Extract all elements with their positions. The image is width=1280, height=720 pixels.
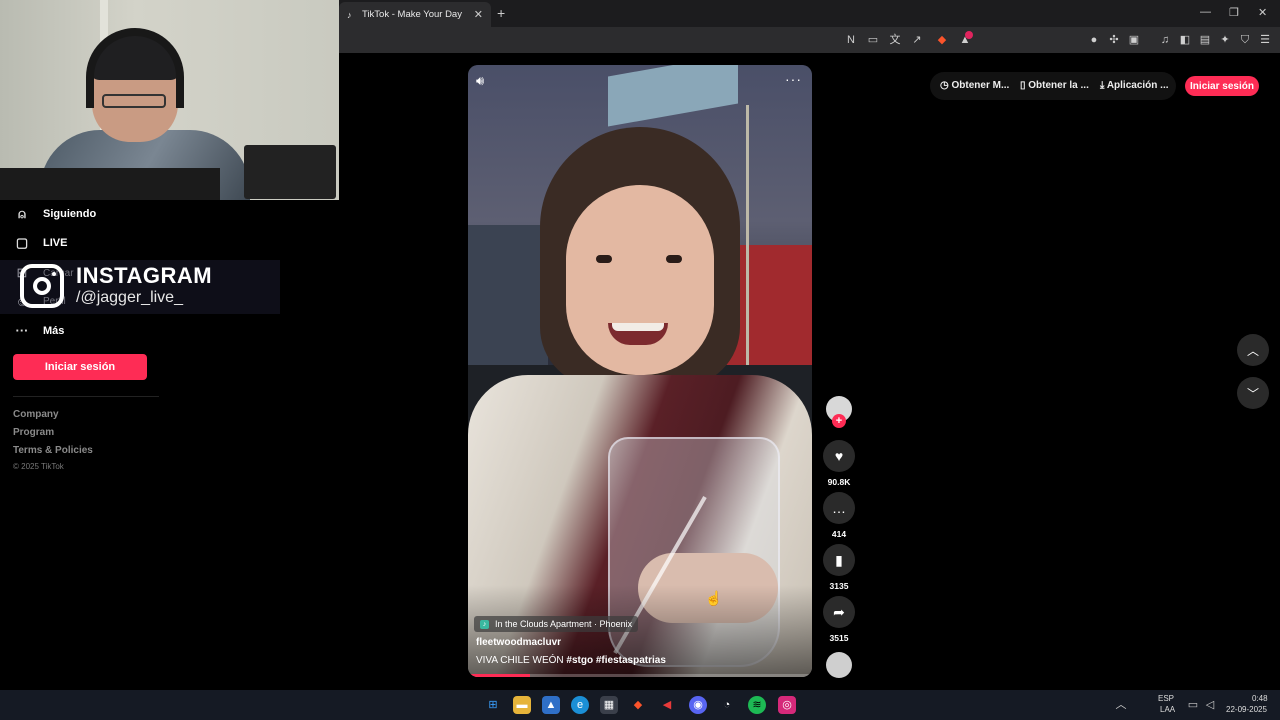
- footer-link-program[interactable]: Program: [13, 427, 54, 438]
- tiktok-icon: ♪: [347, 9, 352, 20]
- footer-link-company[interactable]: Company: [13, 409, 59, 420]
- chevron-down-icon: ﹀: [1246, 386, 1259, 401]
- footer-link-terms[interactable]: Terms & Policies: [13, 445, 93, 456]
- new-tab-button[interactable]: +: [497, 5, 505, 21]
- keyboard-layout[interactable]: LAA: [1160, 705, 1175, 714]
- notification-badge: [965, 31, 973, 39]
- volume-icon[interactable]: 🔊︎: [476, 73, 484, 89]
- progress-fill: [468, 674, 530, 677]
- sidebar: ⍝ Siguiendo ▢ LIVE ⊞ Cargar ☺ Perfil INS…: [0, 200, 339, 690]
- instagram-title: INSTAGRAM: [76, 263, 213, 288]
- video-caption: VIVA CHILE WEÓN #stgo #fiestaspatrias: [476, 655, 666, 666]
- network-icon[interactable]: ▭: [1184, 696, 1202, 714]
- mouse-cursor: ☝: [705, 590, 723, 606]
- save-count: 3135: [829, 581, 849, 591]
- translate-icon[interactable]: 文: [887, 32, 903, 48]
- like-count: 90.8K: [827, 477, 851, 487]
- vpn-icon[interactable]: ⛉: [1237, 32, 1253, 48]
- volume-tray-icon[interactable]: ◁: [1201, 696, 1219, 714]
- tab-title: TikTok - Make Your Day: [362, 9, 462, 20]
- video-player[interactable]: 🔊︎ ··· ♪ In the Clouds Apartment · Phoen…: [468, 65, 812, 677]
- close-window-button[interactable]: ✕: [1258, 6, 1267, 19]
- file-explorer-icon[interactable]: ▬: [513, 696, 531, 714]
- edge-icon[interactable]: e: [571, 696, 589, 714]
- more-options-icon[interactable]: ···: [785, 71, 802, 87]
- extension-icon[interactable]: ●: [1086, 32, 1102, 48]
- address-bar[interactable]: [339, 31, 979, 49]
- reader-mode-icon[interactable]: N: [843, 32, 859, 48]
- music-tag[interactable]: ♪ In the Clouds Apartment · Phoenix: [474, 616, 639, 632]
- leo-ai-icon[interactable]: ✦: [1217, 32, 1233, 48]
- webcam-overlay: [0, 0, 339, 200]
- sidebar-icon[interactable]: ◧: [1177, 32, 1193, 48]
- get-app-link[interactable]: ▯ Obtener la ...: [1020, 80, 1089, 91]
- browser-tab[interactable]: ♪ TikTok - Make Your Day ✕: [339, 2, 491, 27]
- comment-button[interactable]: …: [823, 492, 855, 524]
- instagram-taskbar-icon[interactable]: ◎: [778, 696, 796, 714]
- share-arrow-icon: ➦: [833, 603, 845, 620]
- comment-icon: …: [832, 500, 846, 516]
- caption-text: VIVA CHILE WEÓN: [476, 655, 564, 666]
- menu-icon[interactable]: ☰: [1257, 32, 1273, 48]
- store-icon[interactable]: ▦: [600, 696, 618, 714]
- like-button[interactable]: ♥: [823, 440, 855, 472]
- windows-start-icon[interactable]: ⊞: [484, 696, 502, 714]
- discord-icon[interactable]: ◉: [689, 696, 707, 714]
- sidebar-item-live[interactable]: ▢ LIVE: [13, 235, 68, 251]
- video-username[interactable]: fleetwoodmacluvr: [476, 637, 561, 648]
- hashtag[interactable]: #fiestaspatrias: [596, 655, 666, 666]
- divider: [13, 396, 159, 397]
- screen: ♪ TikTok - Make Your Day ✕ + — ❐ ✕ N ▭ 文…: [0, 0, 1280, 720]
- maximize-button[interactable]: ❐: [1229, 6, 1239, 19]
- get-coins-link[interactable]: ◷ Obtener M...: [940, 80, 1009, 91]
- chevron-up-icon: ︿: [1246, 343, 1259, 358]
- media-icon[interactable]: ♫: [1157, 32, 1173, 48]
- sidebar-item-label: LIVE: [43, 237, 68, 249]
- bookmark-icon: ▮: [835, 551, 843, 568]
- video-progress-bar[interactable]: [468, 674, 812, 677]
- follow-plus-icon[interactable]: +: [832, 414, 846, 428]
- share-count: 3515: [829, 633, 849, 643]
- share-button[interactable]: ➦: [823, 596, 855, 628]
- puzzle-icon[interactable]: ✣: [1106, 32, 1122, 48]
- hashtag[interactable]: #stgo: [566, 655, 593, 666]
- clock-date[interactable]: 22-09-2025: [1226, 705, 1267, 714]
- clock-time[interactable]: 0:48: [1252, 694, 1268, 703]
- cast-icon[interactable]: ▭: [865, 32, 881, 48]
- instagram-icon: [20, 264, 64, 308]
- sidebar-item-mas[interactable]: ··· Más: [13, 323, 65, 338]
- brave-shields-icon[interactable]: ◆: [934, 32, 950, 48]
- share-icon[interactable]: ↗: [909, 32, 925, 48]
- spotify-icon[interactable]: ≋: [748, 696, 766, 714]
- desktop-app-link[interactable]: ⤓ Aplicación ...: [1100, 80, 1169, 91]
- clock-app-icon[interactable]: ◔: [718, 696, 736, 714]
- music-title: In the Clouds Apartment · Phoenix: [495, 619, 633, 629]
- sidebar-item-label: Más: [43, 324, 65, 337]
- comment-count: 414: [831, 529, 847, 539]
- screenshot-icon[interactable]: ▣: [1126, 32, 1142, 48]
- previous-video-button[interactable]: ︿: [1237, 334, 1269, 366]
- header-login-button[interactable]: Iniciar sesión: [1185, 76, 1259, 96]
- copyright: © 2025 TikTok: [13, 462, 64, 471]
- person-follow-icon: ⍝: [18, 206, 26, 221]
- language-code[interactable]: ESP: [1158, 694, 1174, 703]
- photos-icon[interactable]: ▲: [542, 696, 560, 714]
- brave-taskbar-icon[interactable]: ◆: [629, 696, 647, 714]
- live-tv-icon: ▢: [15, 235, 29, 250]
- wallet-icon[interactable]: ▤: [1197, 32, 1213, 48]
- sidebar-item-siguiendo[interactable]: ⍝ Siguiendo: [13, 206, 96, 222]
- tray-chevron-icon[interactable]: ︿: [1112, 696, 1130, 714]
- minimize-button[interactable]: —: [1200, 6, 1211, 18]
- music-disc-icon[interactable]: [826, 652, 852, 678]
- more-dots-icon: ···: [15, 323, 29, 338]
- sidebar-item-label: Siguiendo: [43, 208, 97, 220]
- music-icon: ♪: [480, 619, 489, 629]
- save-button[interactable]: ▮: [823, 544, 855, 576]
- close-tab-icon[interactable]: ✕: [474, 8, 483, 21]
- app-icon[interactable]: ◀: [658, 696, 676, 714]
- next-video-button[interactable]: ﹀: [1237, 377, 1269, 409]
- heart-icon: ♥: [834, 448, 844, 464]
- sidebar-login-button[interactable]: Iniciar sesión: [13, 354, 147, 380]
- instagram-handle: /@jagger_live_: [76, 289, 183, 306]
